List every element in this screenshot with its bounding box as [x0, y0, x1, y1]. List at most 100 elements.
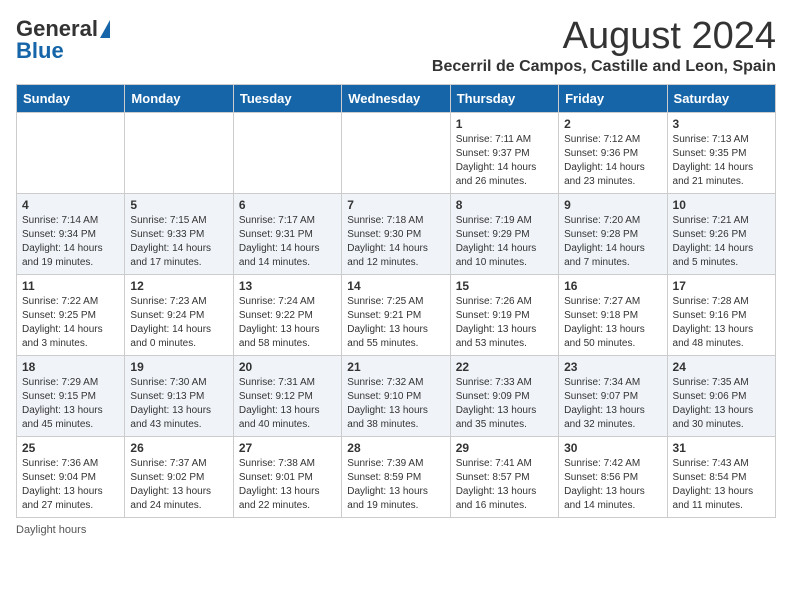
title-area: August 2024 Becerril de Campos, Castille…	[432, 16, 776, 76]
cell-content: Sunrise: 7:28 AM Sunset: 9:16 PM Dayligh…	[673, 295, 770, 351]
cell-content: Sunrise: 7:19 AM Sunset: 9:29 PM Dayligh…	[456, 214, 553, 270]
calendar-cell-4-3: 20 Sunrise: 7:31 AM Sunset: 9:12 PM Dayli…	[233, 355, 341, 436]
day-number: 3	[673, 117, 770, 131]
calendar-cell-1-7: 3 Sunrise: 7:13 AM Sunset: 9:35 PM Daylig…	[667, 112, 775, 193]
calendar-cell-4-1: 18Sunrise: 7:29 AM Sunset: 9:15 PM Dayli…	[17, 355, 125, 436]
calendar-cell-2-5: 8 Sunrise: 7:19 AM Sunset: 9:29 PM Daylig…	[450, 193, 558, 274]
day-number: 5	[130, 198, 227, 212]
day-number: 24	[673, 360, 770, 374]
logo-blue: Blue	[16, 38, 64, 64]
day-number: 13	[239, 279, 336, 293]
col-header-friday: Friday	[559, 84, 667, 112]
day-number: 22	[456, 360, 553, 374]
day-number: 29	[456, 441, 553, 455]
day-number: 26	[130, 441, 227, 455]
calendar-cell-1-5: 1 Sunrise: 7:11 AM Sunset: 9:37 PM Daylig…	[450, 112, 558, 193]
cell-content: Sunrise: 7:39 AM Sunset: 8:59 PM Dayligh…	[347, 457, 444, 513]
calendar-cell-3-4: 14 Sunrise: 7:25 AM Sunset: 9:21 PM Dayli…	[342, 274, 450, 355]
week-row-4: 18Sunrise: 7:29 AM Sunset: 9:15 PM Dayli…	[17, 355, 776, 436]
day-number: 21	[347, 360, 444, 374]
calendar-cell-2-7: 10Sunrise: 7:21 AM Sunset: 9:26 PM Dayli…	[667, 193, 775, 274]
week-row-5: 25 Sunrise: 7:36 AM Sunset: 9:04 PM Dayli…	[17, 436, 776, 517]
week-row-1: 1 Sunrise: 7:11 AM Sunset: 9:37 PM Daylig…	[17, 112, 776, 193]
cell-content: Sunrise: 7:32 AM Sunset: 9:10 PM Dayligh…	[347, 376, 444, 432]
calendar-table: SundayMondayTuesdayWednesdayThursdayFrid…	[16, 84, 776, 518]
week-row-2: 4 Sunrise: 7:14 AM Sunset: 9:34 PM Daylig…	[17, 193, 776, 274]
day-number: 6	[239, 198, 336, 212]
cell-content: Sunrise: 7:20 AM Sunset: 9:28 PM Dayligh…	[564, 214, 661, 270]
header-row: SundayMondayTuesdayWednesdayThursdayFrid…	[17, 84, 776, 112]
cell-content: Sunrise: 7:13 AM Sunset: 9:35 PM Dayligh…	[673, 133, 770, 189]
cell-content: Sunrise: 7:18 AM Sunset: 9:30 PM Dayligh…	[347, 214, 444, 270]
logo-triangle-icon	[100, 20, 110, 38]
subtitle: Becerril de Campos, Castille and Leon, S…	[432, 58, 776, 76]
cell-content: Sunrise: 7:41 AM Sunset: 8:57 PM Dayligh…	[456, 457, 553, 513]
calendar-cell-2-6: 9Sunrise: 7:20 AM Sunset: 9:28 PM Daylig…	[559, 193, 667, 274]
calendar-cell-4-5: 22 Sunrise: 7:33 AM Sunset: 9:09 PM Dayli…	[450, 355, 558, 436]
logo: General Blue	[16, 16, 110, 64]
calendar-cell-1-6: 2Sunrise: 7:12 AM Sunset: 9:36 PM Daylig…	[559, 112, 667, 193]
cell-content: Sunrise: 7:22 AM Sunset: 9:25 PM Dayligh…	[22, 295, 119, 351]
calendar-cell-1-1	[17, 112, 125, 193]
calendar-cell-5-1: 25 Sunrise: 7:36 AM Sunset: 9:04 PM Dayli…	[17, 436, 125, 517]
day-number: 20	[239, 360, 336, 374]
calendar-cell-3-6: 16 Sunrise: 7:27 AM Sunset: 9:18 PM Dayli…	[559, 274, 667, 355]
week-row-3: 11 Sunrise: 7:22 AM Sunset: 9:25 PM Dayli…	[17, 274, 776, 355]
day-number: 31	[673, 441, 770, 455]
calendar-cell-5-4: 28 Sunrise: 7:39 AM Sunset: 8:59 PM Dayli…	[342, 436, 450, 517]
cell-content: Sunrise: 7:42 AM Sunset: 8:56 PM Dayligh…	[564, 457, 661, 513]
day-number: 1	[456, 117, 553, 131]
calendar-cell-3-1: 11 Sunrise: 7:22 AM Sunset: 9:25 PM Dayli…	[17, 274, 125, 355]
cell-content: Sunrise: 7:15 AM Sunset: 9:33 PM Dayligh…	[130, 214, 227, 270]
footer-note: Daylight hours	[16, 524, 776, 536]
calendar-cell-3-3: 13 Sunrise: 7:24 AM Sunset: 9:22 PM Dayli…	[233, 274, 341, 355]
cell-content: Sunrise: 7:23 AM Sunset: 9:24 PM Dayligh…	[130, 295, 227, 351]
daylight-hours-label: Daylight hours	[16, 524, 86, 536]
cell-content: Sunrise: 7:27 AM Sunset: 9:18 PM Dayligh…	[564, 295, 661, 351]
cell-content: Sunrise: 7:21 AM Sunset: 9:26 PM Dayligh…	[673, 214, 770, 270]
day-number: 12	[130, 279, 227, 293]
calendar-cell-1-3	[233, 112, 341, 193]
calendar-cell-3-2: 12 Sunrise: 7:23 AM Sunset: 9:24 PM Dayli…	[125, 274, 233, 355]
day-number: 4	[22, 198, 119, 212]
calendar-cell-4-4: 21 Sunrise: 7:32 AM Sunset: 9:10 PM Dayli…	[342, 355, 450, 436]
calendar-cell-5-6: 30 Sunrise: 7:42 AM Sunset: 8:56 PM Dayli…	[559, 436, 667, 517]
cell-content: Sunrise: 7:31 AM Sunset: 9:12 PM Dayligh…	[239, 376, 336, 432]
day-number: 28	[347, 441, 444, 455]
calendar-cell-2-4: 7 Sunrise: 7:18 AM Sunset: 9:30 PM Daylig…	[342, 193, 450, 274]
day-number: 11	[22, 279, 119, 293]
cell-content: Sunrise: 7:43 AM Sunset: 8:54 PM Dayligh…	[673, 457, 770, 513]
cell-content: Sunrise: 7:37 AM Sunset: 9:02 PM Dayligh…	[130, 457, 227, 513]
calendar-cell-5-7: 31 Sunrise: 7:43 AM Sunset: 8:54 PM Dayli…	[667, 436, 775, 517]
cell-content: Sunrise: 7:17 AM Sunset: 9:31 PM Dayligh…	[239, 214, 336, 270]
day-number: 25	[22, 441, 119, 455]
cell-content: Sunrise: 7:30 AM Sunset: 9:13 PM Dayligh…	[130, 376, 227, 432]
cell-content: Sunrise: 7:35 AM Sunset: 9:06 PM Dayligh…	[673, 376, 770, 432]
col-header-sunday: Sunday	[17, 84, 125, 112]
calendar-cell-3-7: 17Sunrise: 7:28 AM Sunset: 9:16 PM Dayli…	[667, 274, 775, 355]
cell-content: Sunrise: 7:25 AM Sunset: 9:21 PM Dayligh…	[347, 295, 444, 351]
calendar-cell-4-7: 24 Sunrise: 7:35 AM Sunset: 9:06 PM Dayli…	[667, 355, 775, 436]
day-number: 8	[456, 198, 553, 212]
cell-content: Sunrise: 7:11 AM Sunset: 9:37 PM Dayligh…	[456, 133, 553, 189]
calendar-cell-2-1: 4 Sunrise: 7:14 AM Sunset: 9:34 PM Daylig…	[17, 193, 125, 274]
day-number: 15	[456, 279, 553, 293]
calendar-cell-3-5: 15Sunrise: 7:26 AM Sunset: 9:19 PM Dayli…	[450, 274, 558, 355]
day-number: 16	[564, 279, 661, 293]
day-number: 7	[347, 198, 444, 212]
calendar-cell-1-4	[342, 112, 450, 193]
calendar-cell-2-2: 5 Sunrise: 7:15 AM Sunset: 9:33 PM Daylig…	[125, 193, 233, 274]
cell-content: Sunrise: 7:33 AM Sunset: 9:09 PM Dayligh…	[456, 376, 553, 432]
cell-content: Sunrise: 7:36 AM Sunset: 9:04 PM Dayligh…	[22, 457, 119, 513]
col-header-saturday: Saturday	[667, 84, 775, 112]
calendar-cell-5-5: 29 Sunrise: 7:41 AM Sunset: 8:57 PM Dayli…	[450, 436, 558, 517]
cell-content: Sunrise: 7:29 AM Sunset: 9:15 PM Dayligh…	[22, 376, 119, 432]
day-number: 30	[564, 441, 661, 455]
col-header-wednesday: Wednesday	[342, 84, 450, 112]
cell-content: Sunrise: 7:14 AM Sunset: 9:34 PM Dayligh…	[22, 214, 119, 270]
day-number: 14	[347, 279, 444, 293]
calendar-cell-5-2: 26 Sunrise: 7:37 AM Sunset: 9:02 PM Dayli…	[125, 436, 233, 517]
cell-content: Sunrise: 7:24 AM Sunset: 9:22 PM Dayligh…	[239, 295, 336, 351]
cell-content: Sunrise: 7:34 AM Sunset: 9:07 PM Dayligh…	[564, 376, 661, 432]
cell-content: Sunrise: 7:38 AM Sunset: 9:01 PM Dayligh…	[239, 457, 336, 513]
